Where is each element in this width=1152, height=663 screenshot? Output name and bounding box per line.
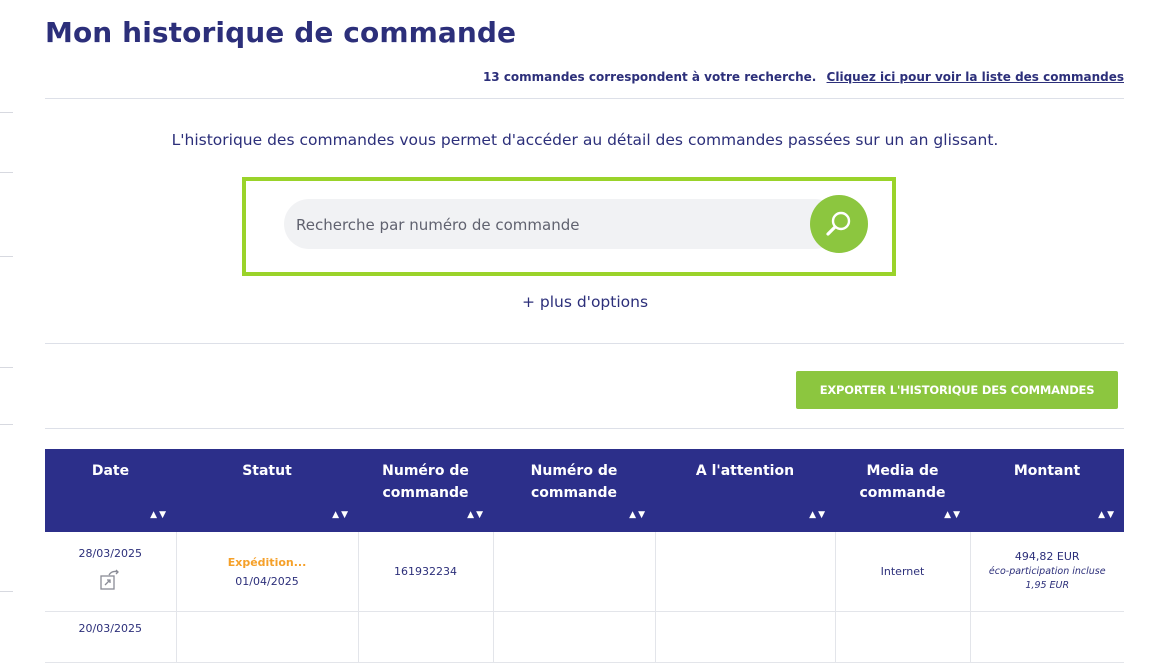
table-header-row: Date ▲▼ Statut ▲▼ Numéro de commande ▲▼ Num… bbox=[45, 449, 1124, 532]
cell-amount: 494,82 EUR éco-participation incluse 1,9… bbox=[970, 532, 1124, 612]
column-header-status[interactable]: Statut ▲▼ bbox=[176, 449, 358, 532]
column-header-attention[interactable]: A l'attention ▲▼ bbox=[655, 449, 835, 532]
cell-date: 28/03/2025 bbox=[45, 532, 177, 612]
order-amount: 494,82 EUR bbox=[1014, 550, 1080, 563]
intro-text: L'historique des commandes vous permet d… bbox=[171, 131, 999, 149]
cell-attention bbox=[655, 611, 836, 663]
results-count: 13 commandes correspondent à votre reche… bbox=[482, 70, 817, 84]
cell-media bbox=[835, 611, 971, 663]
more-options-link[interactable]: + plus d'options bbox=[0, 293, 1152, 311]
search-input[interactable] bbox=[294, 206, 798, 244]
cell-order-number[interactable]: 161932234 bbox=[358, 532, 494, 612]
divider bbox=[45, 343, 1124, 344]
sort-icon[interactable]: ▲▼ bbox=[944, 504, 962, 526]
sort-icon[interactable]: ▲▼ bbox=[809, 504, 827, 526]
column-header-amount[interactable]: Montant ▲▼ bbox=[970, 449, 1124, 532]
cell-amount bbox=[970, 611, 1124, 663]
column-header-label: Numéro de commande bbox=[530, 463, 618, 501]
search-button[interactable] bbox=[810, 195, 868, 253]
order-list-link[interactable]: Cliquez ici pour voir la liste des comma… bbox=[827, 70, 1124, 84]
divider bbox=[45, 428, 1124, 429]
cell-status: Expédition... 01/04/2025 bbox=[176, 532, 359, 612]
sort-icon[interactable]: ▲▼ bbox=[629, 504, 647, 526]
sort-icon[interactable]: ▲▼ bbox=[332, 504, 350, 526]
column-header-label: Montant bbox=[1013, 463, 1081, 479]
page-title: Mon historique de commande bbox=[45, 16, 517, 49]
results-summary: 13 commandes correspondent à votre reche… bbox=[483, 70, 1124, 84]
column-header-label: Statut bbox=[242, 463, 292, 479]
cell-order-number[interactable] bbox=[358, 611, 494, 663]
status-date: 01/04/2025 bbox=[235, 574, 299, 588]
table-row[interactable]: 20/03/2025 bbox=[45, 611, 1124, 663]
reorder-icon[interactable] bbox=[97, 568, 123, 594]
sort-icon[interactable]: ▲▼ bbox=[467, 504, 485, 526]
table-row[interactable]: 28/03/2025 Expédition... 01/04/2025 1619… bbox=[45, 532, 1124, 612]
sort-icon[interactable]: ▲▼ bbox=[1098, 504, 1116, 526]
eco-participation-label: éco-participation incluse bbox=[988, 566, 1106, 577]
column-header-label: A l'attention bbox=[695, 463, 795, 479]
cell-date: 20/03/2025 bbox=[45, 611, 177, 663]
export-history-button[interactable]: EXPORTER L'HISTORIQUE DES COMMANDES bbox=[796, 371, 1118, 409]
left-edge-dividers bbox=[0, 0, 14, 631]
divider bbox=[45, 98, 1124, 99]
column-header-order-number[interactable]: Numéro de commande ▲▼ bbox=[358, 449, 493, 532]
column-header-label: Numéro de commande bbox=[382, 463, 469, 501]
column-header-order-ref[interactable]: Numéro de commande ▲▼ bbox=[493, 449, 655, 532]
cell-attention bbox=[655, 532, 836, 612]
order-date: 28/03/2025 bbox=[78, 546, 142, 560]
eco-participation-amount: 1,95 EUR bbox=[1025, 580, 1070, 591]
sort-icon[interactable]: ▲▼ bbox=[150, 504, 168, 526]
cell-order-ref bbox=[493, 611, 656, 663]
column-header-date[interactable]: Date ▲▼ bbox=[45, 449, 176, 532]
search-icon bbox=[826, 211, 851, 236]
column-header-label: Media de commande bbox=[859, 463, 946, 501]
status-badge[interactable]: Expédition... bbox=[181, 556, 354, 569]
column-header-media[interactable]: Media de commande ▲▼ bbox=[835, 449, 970, 532]
cell-order-ref bbox=[493, 532, 656, 612]
cell-media: Internet bbox=[835, 532, 971, 612]
column-header-label: Date bbox=[91, 463, 130, 479]
cell-status bbox=[176, 611, 359, 663]
